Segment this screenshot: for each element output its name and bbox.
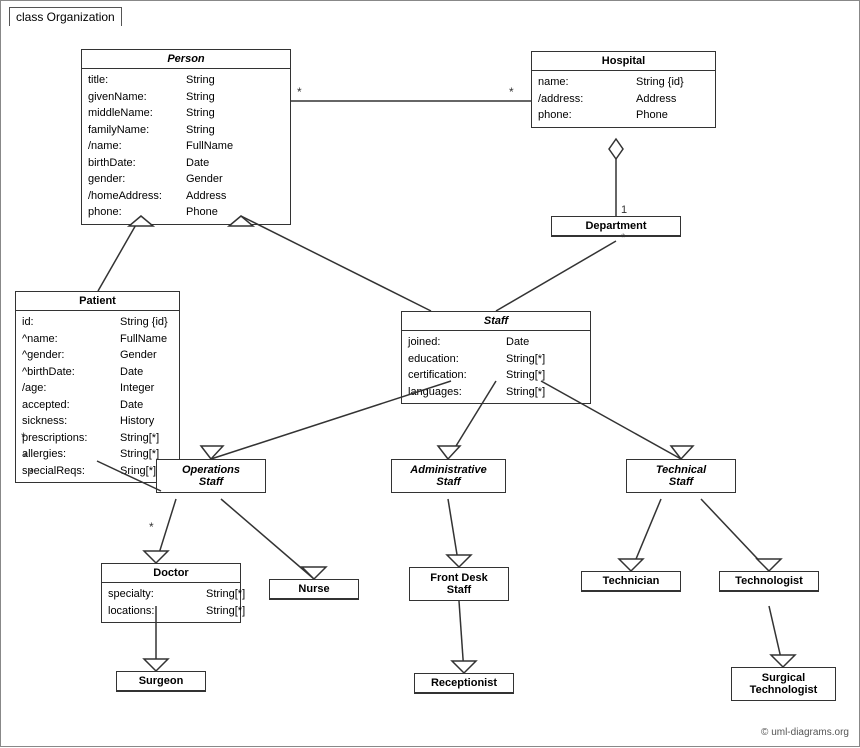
class-person-title: Person [82, 50, 290, 69]
class-nurse-title: Nurse [270, 580, 358, 599]
svg-text:*: * [149, 520, 154, 534]
svg-text:*: * [509, 85, 514, 99]
class-technologist: Technologist [719, 571, 819, 592]
class-patient-title: Patient [16, 292, 179, 311]
class-operations-staff: OperationsStaff [156, 459, 266, 493]
class-receptionist: Receptionist [414, 673, 514, 694]
class-department: Department [551, 216, 681, 237]
class-surgical-technologist: SurgicalTechnologist [731, 667, 836, 701]
class-administrative-staff: AdministrativeStaff [391, 459, 506, 493]
class-surgeon-title: Surgeon [117, 672, 205, 691]
class-doctor-attrs: specialty:String[*] locations:String[*] [102, 583, 240, 622]
class-administrative-staff-title: AdministrativeStaff [392, 460, 505, 492]
class-department-title: Department [552, 217, 680, 236]
class-staff-title: Staff [402, 312, 590, 331]
class-surgical-technologist-title: SurgicalTechnologist [732, 668, 835, 700]
copyright: © uml-diagrams.org [761, 727, 849, 738]
class-hospital-title: Hospital [532, 52, 715, 71]
class-patient: Patient id:String {id} ^name:FullName ^g… [15, 291, 180, 483]
class-staff-attrs: joined:Date education:String[*] certific… [402, 331, 590, 403]
class-surgeon: Surgeon [116, 671, 206, 692]
diagram-title: class Organization [9, 7, 122, 26]
class-nurse: Nurse [269, 579, 359, 600]
diagram-container: class Organization Person title:String g… [0, 0, 860, 747]
class-technical-staff: TechnicalStaff [626, 459, 736, 493]
class-doctor-title: Doctor [102, 564, 240, 583]
class-person-attrs: title:String givenName:String middleName… [82, 69, 290, 224]
class-technologist-title: Technologist [720, 572, 818, 591]
class-technician-title: Technician [582, 572, 680, 591]
class-hospital-attrs: name:String {id} /address:Address phone:… [532, 71, 715, 127]
class-operations-staff-title: OperationsStaff [157, 460, 265, 492]
class-front-desk-staff: Front DeskStaff [409, 567, 509, 601]
class-hospital: Hospital name:String {id} /address:Addre… [531, 51, 716, 128]
class-receptionist-title: Receptionist [415, 674, 513, 693]
class-front-desk-staff-title: Front DeskStaff [410, 568, 508, 600]
class-doctor: Doctor specialty:String[*] locations:Str… [101, 563, 241, 623]
class-patient-attrs: id:String {id} ^name:FullName ^gender:Ge… [16, 311, 179, 482]
svg-text:*: * [297, 85, 302, 99]
class-technician: Technician [581, 571, 681, 592]
svg-text:1: 1 [621, 204, 627, 216]
class-staff: Staff joined:Date education:String[*] ce… [401, 311, 591, 404]
class-person: Person title:String givenName:String mid… [81, 49, 291, 225]
class-technical-staff-title: TechnicalStaff [627, 460, 735, 492]
